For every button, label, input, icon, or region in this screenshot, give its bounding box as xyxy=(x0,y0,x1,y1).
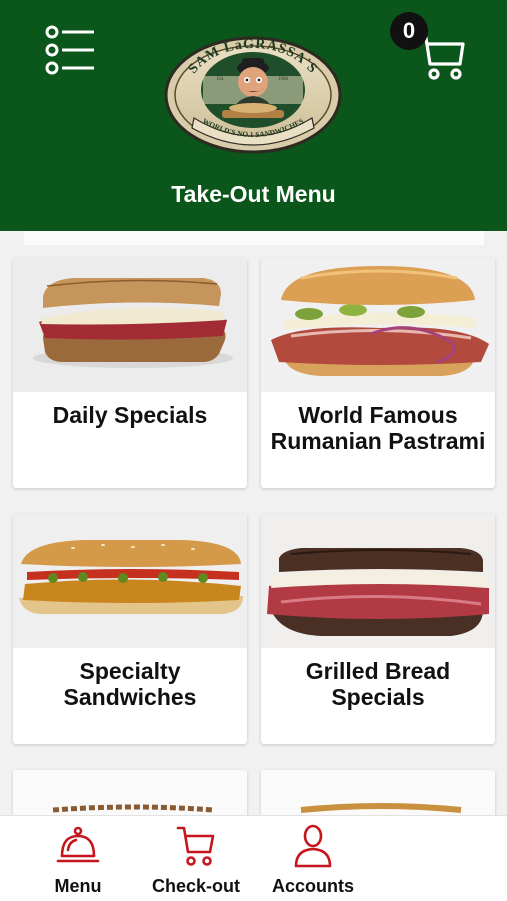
menu-button[interactable] xyxy=(44,24,96,76)
nav-label-menu: Menu xyxy=(54,876,102,896)
nav-label-accounts: Accounts xyxy=(271,876,354,896)
cart-count-badge: 0 xyxy=(390,12,428,50)
nav-check-out[interactable]: Check-out xyxy=(146,816,246,901)
partial-sandwich-image xyxy=(261,770,495,815)
hamburger-list-icon xyxy=(45,25,94,75)
category-title-line1: Specialty xyxy=(79,658,181,684)
bottom-navigation: Menu Check-out Accounts xyxy=(0,815,507,901)
menu-category-grid: Daily Specials World Famous Rumanian Pas… xyxy=(0,231,507,815)
category-title-line2: Rumanian Pastrami xyxy=(270,428,486,454)
category-title: World Famous Rumanian Pastrami xyxy=(261,402,495,454)
app-header: Est. 1968 SAM LaGRASSA'S WORLD'S NO.1 SA… xyxy=(0,0,507,231)
partial-sandwich-image xyxy=(13,770,247,815)
daily-specials-sandwich-image xyxy=(13,258,247,392)
category-title-line2: Sandwiches xyxy=(63,684,197,710)
category-title-line1: World Famous xyxy=(298,402,458,428)
content-edge xyxy=(24,231,484,245)
category-title: Daily Specials xyxy=(13,402,247,428)
category-title: Grilled Bread Specials xyxy=(261,658,495,710)
grilled-bread-sandwich-image xyxy=(261,514,495,648)
page-title: Take-Out Menu xyxy=(171,181,336,207)
person-icon xyxy=(294,824,332,868)
nav-menu[interactable]: Menu xyxy=(44,816,112,901)
nav-accounts[interactable]: Accounts xyxy=(266,816,360,901)
category-card-rumanian-pastrami[interactable]: World Famous Rumanian Pastrami xyxy=(261,258,495,488)
service-bell-icon xyxy=(56,826,100,863)
category-card-daily-specials[interactable]: Daily Specials xyxy=(13,258,247,488)
category-title: Specialty Sandwiches xyxy=(13,658,247,710)
cart-button[interactable]: 0 xyxy=(388,8,470,84)
logo-year: 1968 xyxy=(278,77,289,82)
specialty-sandwich-image xyxy=(13,514,247,648)
category-card-grilled-bread-specials[interactable]: Grilled Bread Specials xyxy=(261,514,495,744)
shopping-cart-icon xyxy=(176,826,215,866)
sam-lagrassas-logo: Est. 1968 SAM LaGRASSA'S WORLD'S NO.1 SA… xyxy=(164,36,342,154)
category-title-line1: Grilled Bread xyxy=(305,658,451,684)
category-title-line1: Daily Specials xyxy=(52,402,208,428)
category-card-partial-right[interactable] xyxy=(261,770,495,815)
pastrami-sandwich-image xyxy=(261,258,495,392)
category-title-line2: Specials xyxy=(331,684,425,710)
category-card-specialty-sandwiches[interactable]: Specialty Sandwiches xyxy=(13,514,247,744)
nav-label-check-out: Check-out xyxy=(151,876,240,896)
category-card-partial-left[interactable] xyxy=(13,770,247,815)
logo-est: Est. xyxy=(217,77,225,82)
